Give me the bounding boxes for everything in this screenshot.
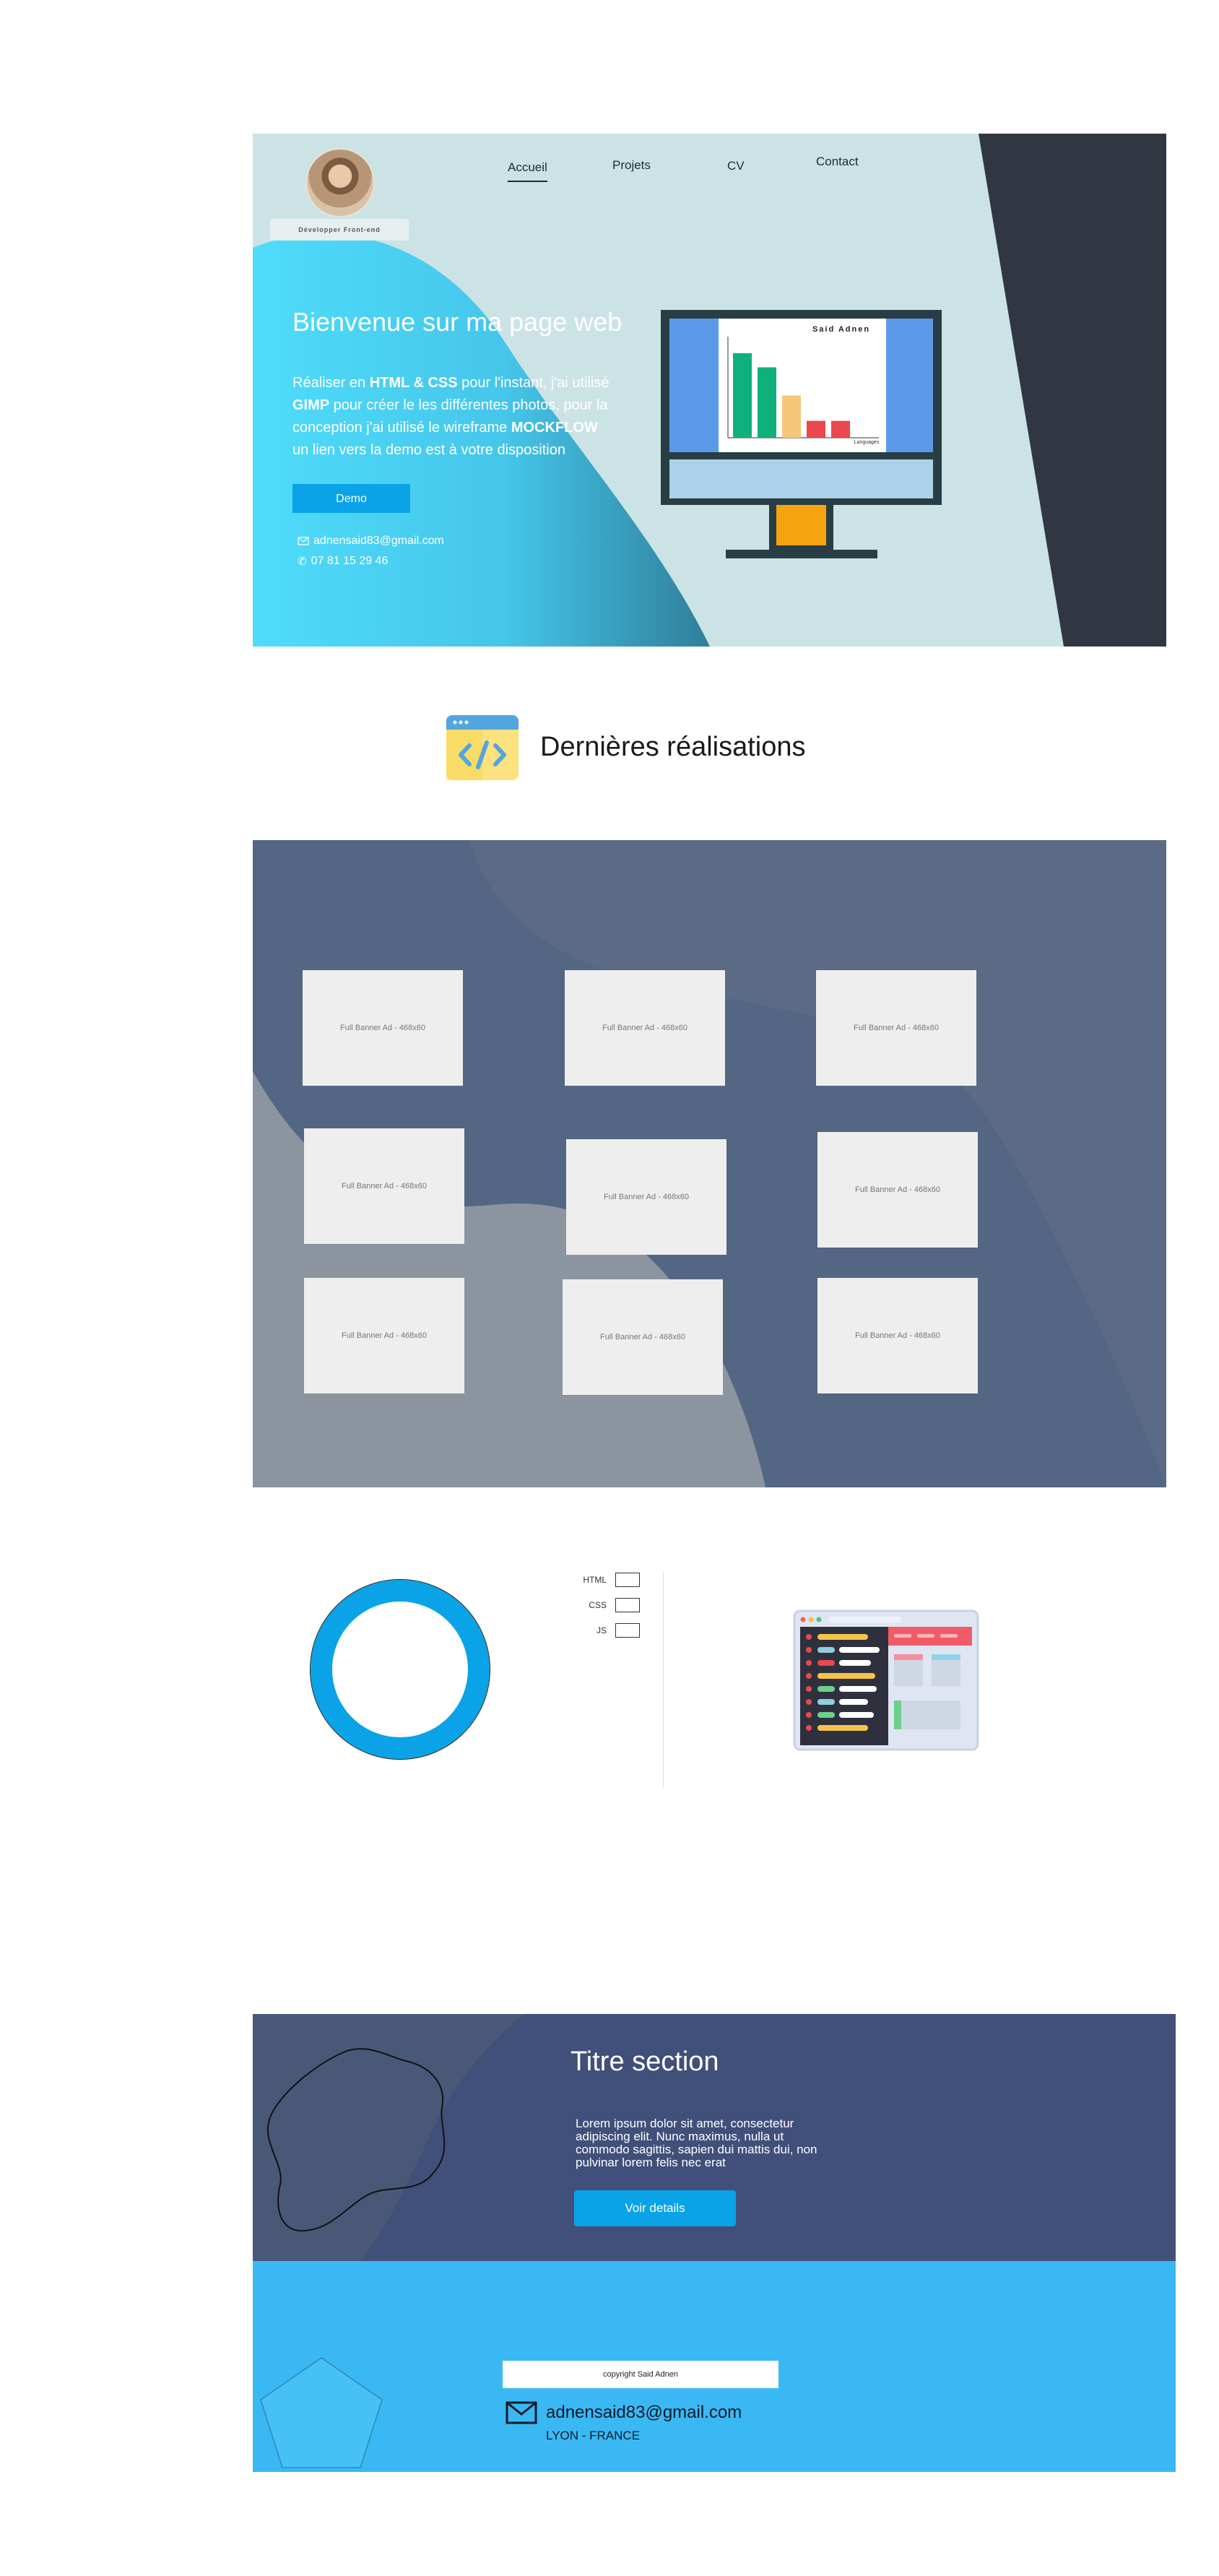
monitor-illustration: Said Adnen Languages: [661, 310, 942, 558]
hero-email[interactable]: adnensaid83@gmail.com: [298, 535, 444, 548]
footer-city: LYON - FRANCE: [546, 2429, 641, 2442]
skill-row: CSS: [563, 1597, 640, 1613]
monitor-bar: [733, 353, 752, 438]
feature-text: Lorem ipsum dolor sit amet, consectetur …: [576, 2117, 817, 2169]
project-card[interactable]: Full Banner Ad - 468x60: [303, 970, 463, 1086]
monitor-chart-title: Said Adnen: [812, 325, 870, 334]
project-card[interactable]: Full Banner Ad - 468x60: [563, 1279, 723, 1395]
role-badge: Développer Front-end: [270, 219, 409, 241]
monitor-bar: [758, 367, 776, 438]
hero-section: Développer Front-end Accueil Projets CV …: [253, 134, 1166, 647]
footer: copyright Said Adnen adnensaid83@gmail.c…: [253, 2261, 1176, 2472]
hero-title: Bienvenue sur ma page web: [292, 307, 622, 337]
skill-label: HTML: [583, 1575, 607, 1585]
project-card[interactable]: Full Banner Ad - 468x60: [304, 1128, 464, 1244]
hero-email-text: adnensaid83@gmail.com: [313, 535, 444, 547]
copyright: copyright Said Adnen: [503, 2361, 778, 2388]
demo-button[interactable]: Demo: [292, 484, 410, 513]
nav-contact[interactable]: Contact: [816, 155, 859, 169]
hero-intro: Réaliser en HTML & CSS pour l'instant, j…: [292, 375, 610, 458]
nav-accueil[interactable]: Accueil: [508, 160, 547, 182]
skill-label: CSS: [589, 1600, 607, 1610]
monitor-legend: Languages: [854, 440, 880, 445]
monitor-bar: [782, 395, 801, 438]
pentagon-shape: [260, 2357, 383, 2468]
project-card[interactable]: Full Banner Ad - 468x60: [565, 970, 725, 1086]
skills-divider: [663, 1571, 664, 1788]
nav-projets[interactable]: Projets: [612, 158, 651, 173]
hero-phone-text: 07 81 15 29 46: [311, 555, 389, 567]
avatar: [305, 148, 375, 217]
details-button[interactable]: Voir details: [574, 2190, 736, 2226]
skill-row: HTML: [563, 1572, 640, 1588]
feature-title: Titre section: [571, 2046, 719, 2077]
monitor-bar: [831, 420, 850, 438]
section-title: Dernières réalisations: [540, 732, 806, 762]
skill-row: JS: [563, 1622, 640, 1638]
skill-checkbox[interactable]: [615, 1598, 640, 1612]
project-card[interactable]: Full Banner Ad - 468x60: [566, 1139, 726, 1255]
mail-icon: [506, 2401, 537, 2424]
code-editor-illustration: [793, 1609, 979, 1751]
gallery-section: Full Banner Ad - 468x60 Full Banner Ad -…: [253, 840, 1166, 1487]
project-card[interactable]: Full Banner Ad - 468x60: [304, 1278, 464, 1393]
code-window-icon: [446, 715, 519, 780]
mail-icon: [298, 537, 309, 545]
phone-icon: ✆: [298, 556, 307, 568]
skill-label: JS: [596, 1625, 607, 1635]
skill-checkbox[interactable]: [615, 1573, 640, 1587]
skill-checkbox[interactable]: [615, 1623, 640, 1638]
footer-email[interactable]: adnensaid83@gmail.com: [546, 2403, 742, 2423]
nav-cv[interactable]: CV: [727, 159, 745, 173]
monitor-bar: [807, 420, 825, 438]
hero-phone[interactable]: ✆ 07 81 15 29 46: [298, 555, 388, 568]
project-card[interactable]: Full Banner Ad - 468x60: [817, 1132, 978, 1248]
feature-section: Titre section Lorem ipsum dolor sit amet…: [253, 2014, 1176, 2261]
project-card[interactable]: Full Banner Ad - 468x60: [816, 970, 976, 1086]
skills-ring: [310, 1579, 490, 1760]
skills-list: HTML CSS JS: [563, 1572, 640, 1638]
project-card[interactable]: Full Banner Ad - 468x60: [817, 1278, 978, 1393]
